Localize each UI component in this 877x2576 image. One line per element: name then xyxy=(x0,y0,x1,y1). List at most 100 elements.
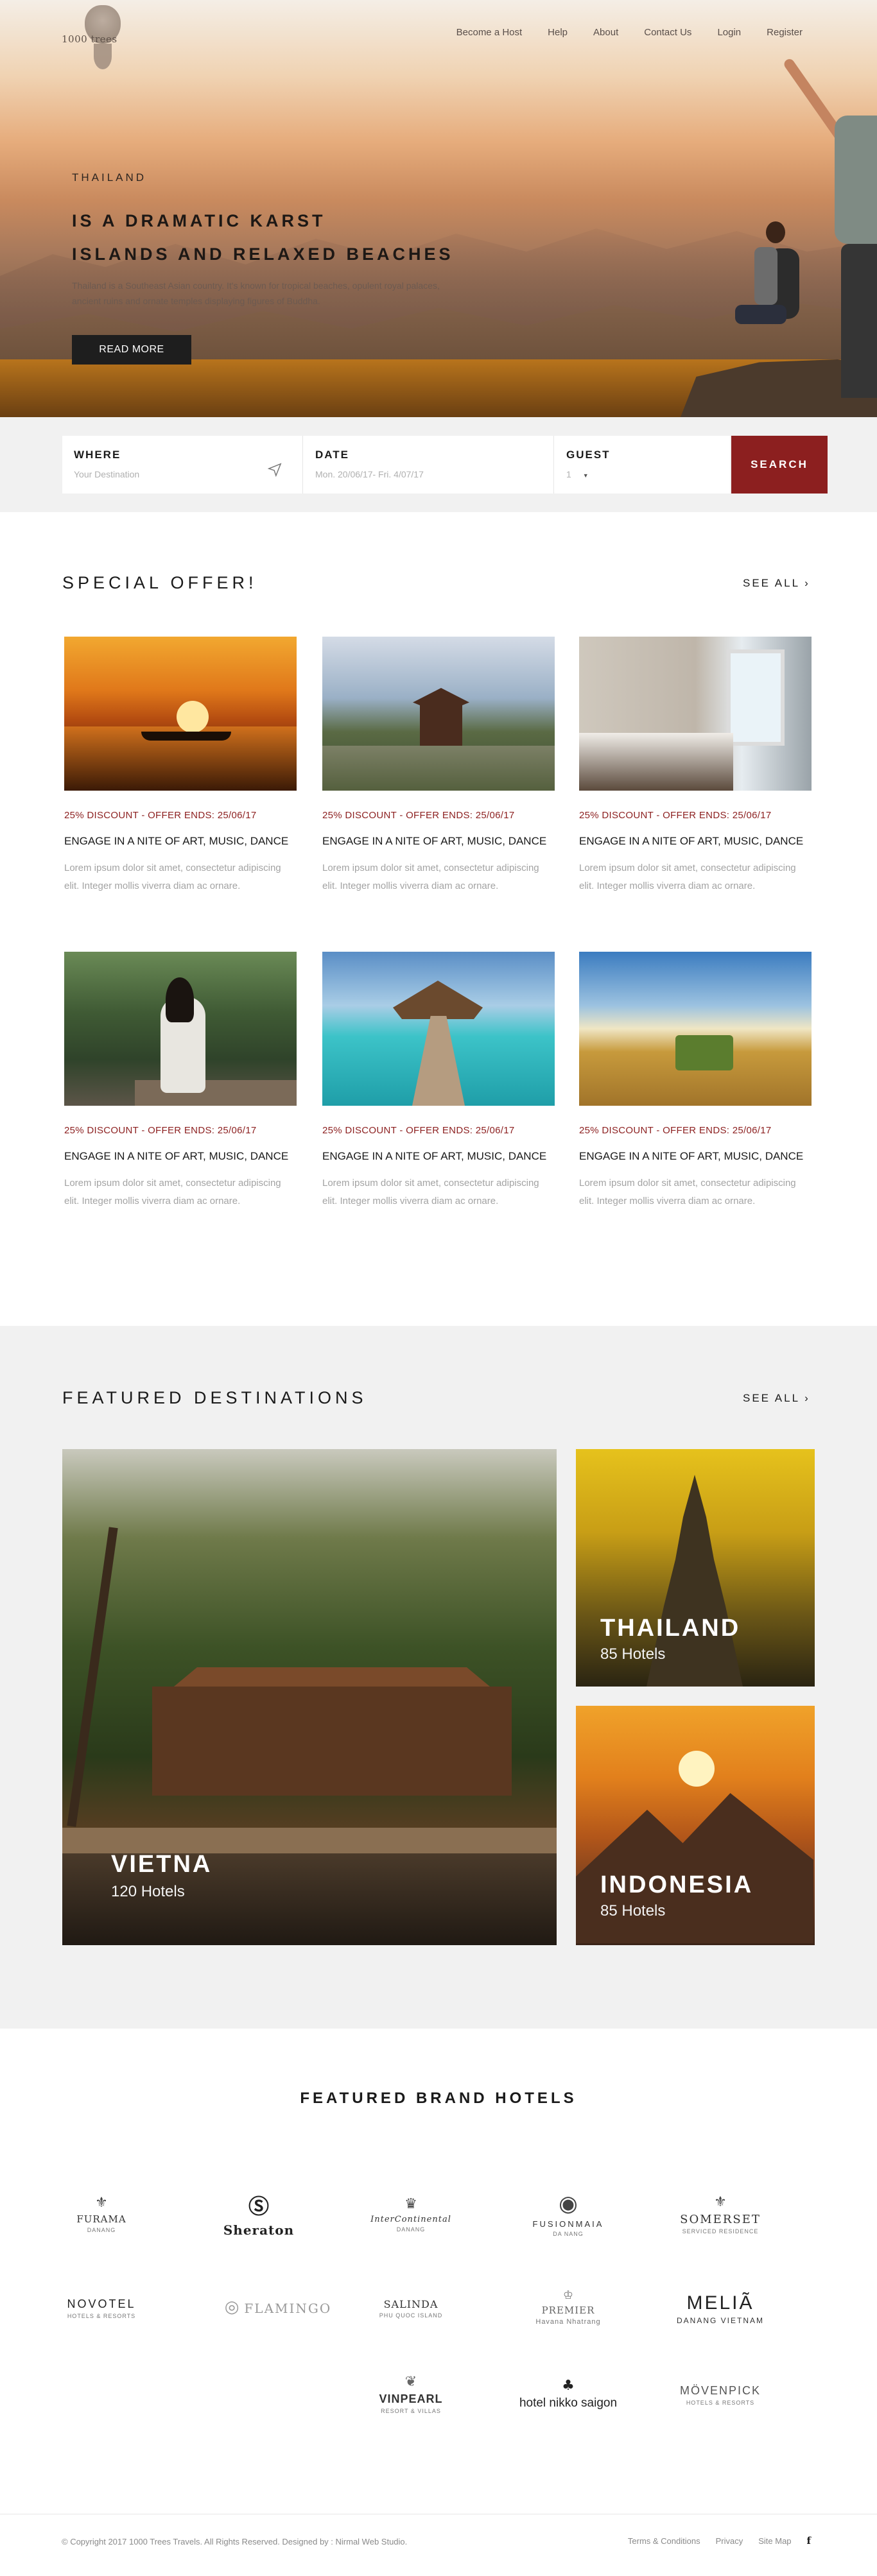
destination-name: INDONESIA xyxy=(600,1871,754,1898)
offer-discount: 25% DISCOUNT - OFFER ENDS: 25/06/17 xyxy=(322,1125,515,1136)
offer-card[interactable]: 25% DISCOUNT - OFFER ENDS: 25/06/17 ENGA… xyxy=(64,637,297,919)
brand-logo-sheraton[interactable]: Ⓢ Sheraton xyxy=(204,2179,313,2249)
date-field[interactable]: DATE Mon. 20/06/17- Fri. 4/07/17 xyxy=(304,436,554,494)
offer-image-sunset-boat[interactable] xyxy=(64,637,297,791)
see-all-label: SEE ALL xyxy=(743,1392,800,1404)
brand-logo-flamingo[interactable]: ◎ FLAMINGO xyxy=(223,2272,333,2342)
brand-logo-novotel[interactable]: NOVOTEL HOTELS & RESORTS xyxy=(47,2272,156,2342)
furama-crest-icon: ⚜ xyxy=(95,2195,108,2211)
brand-subtitle: HOTELS & RESORTS xyxy=(67,2313,136,2319)
brand-logo-salinda[interactable]: SALINDA PHU QUOC ISLAND xyxy=(356,2272,465,2342)
offer-title[interactable]: ENGAGE IN A NITE OF ART, MUSIC, DANCE xyxy=(579,1150,812,1163)
main-nav: Become a Host Help About Contact Us Logi… xyxy=(456,27,803,38)
nav-register[interactable]: Register xyxy=(767,27,803,38)
offer-image-temple[interactable] xyxy=(322,637,555,791)
date-input[interactable]: Mon. 20/06/17- Fri. 4/07/17 xyxy=(315,469,542,479)
offer-text: Lorem ipsum dolor sit amet, consectetur … xyxy=(64,1178,281,1206)
nav-about[interactable]: About xyxy=(593,27,618,38)
destination-card-indonesia[interactable]: INDONESIA 85 Hotels xyxy=(576,1706,815,1945)
brand-subtitle: Havana Nhatrang xyxy=(535,2318,601,2326)
brands-title: FEATURED BRAND HOTELS xyxy=(300,2090,577,2107)
chevron-down-icon: ▼ xyxy=(582,472,589,479)
special-offer-title: SPECIAL OFFER! xyxy=(62,573,257,592)
site-logo[interactable]: 1000 trees xyxy=(62,5,145,69)
search-button[interactable]: SEARCH xyxy=(731,436,828,494)
brand-name: SALINDA xyxy=(383,2298,438,2310)
offer-card[interactable]: 25% DISCOUNT - OFFER ENDS: 25/06/17 ENGA… xyxy=(579,952,812,1234)
hero-man-figure xyxy=(782,39,877,398)
offer-discount: 25% DISCOUNT - OFFER ENDS: 25/06/17 xyxy=(64,810,257,821)
brand-logo-premier-havana[interactable]: ♔ PREMIER Havana Nhatrang xyxy=(514,2272,623,2342)
brand-logo-intercontinental[interactable]: ♛ InterContinental DANANG xyxy=(356,2179,465,2249)
footer-links: Terms & Conditions Privacy Site Map f xyxy=(628,2535,811,2546)
crown-icon: ♛ xyxy=(404,2195,417,2212)
guest-value: 1 xyxy=(566,469,571,479)
chevron-right-icon: › xyxy=(804,577,810,589)
brand-logo-movenpick[interactable]: MÖVENPICK HOTELS & RESORTS xyxy=(666,2358,775,2429)
where-label: WHERE xyxy=(74,449,121,461)
featured-title: FEATURED DESTINATIONS xyxy=(62,1388,367,1407)
offer-text: Lorem ipsum dolor sit amet, consectetur … xyxy=(322,1178,539,1206)
brand-subtitle: SERVICED RESIDENCE xyxy=(682,2228,759,2235)
brand-logo-nikko[interactable]: ♣ hotel nikko saigon xyxy=(514,2358,623,2429)
special-offer-see-all[interactable]: SEE ALL › xyxy=(743,577,810,590)
offer-card[interactable]: 25% DISCOUNT - OFFER ENDS: 25/06/17 ENGA… xyxy=(322,952,555,1234)
destination-name: THAILAND xyxy=(600,1615,741,1642)
hero-description: Thailand is a Southeast Asian country. I… xyxy=(72,280,440,306)
brand-logo-vinpearl[interactable]: ❦ VINPEARL RESORT & VILLAS xyxy=(356,2358,465,2429)
date-label: DATE xyxy=(315,449,350,461)
brand-subtitle: PHU QUOC ISLAND xyxy=(379,2312,443,2319)
guest-field[interactable]: GUEST 1 ▼ xyxy=(555,436,730,494)
facebook-icon[interactable]: f xyxy=(807,2535,811,2546)
destination-name: VIETNA xyxy=(111,1851,213,1878)
offer-discount: 25% DISCOUNT - OFFER ENDS: 25/06/17 xyxy=(64,1125,257,1136)
flamingo-lockup: ◎ FLAMINGO xyxy=(225,2297,332,2317)
flamingo-ring-icon: ◎ xyxy=(224,2297,239,2317)
brand-logo-fusionmaia[interactable]: ◉ FUSIONMAIA DA NANG xyxy=(514,2179,623,2249)
brand-logo-somerset[interactable]: ⚜ SOMERSET SERVICED RESIDENCE xyxy=(666,2179,775,2249)
nav-help[interactable]: Help xyxy=(548,27,568,38)
guest-select[interactable]: 1 ▼ xyxy=(566,469,718,479)
offer-discount: 25% DISCOUNT - OFFER ENDS: 25/06/17 xyxy=(322,810,515,821)
offer-card[interactable]: 25% DISCOUNT - OFFER ENDS: 25/06/17 ENGA… xyxy=(322,637,555,919)
brand-logo-furama[interactable]: ⚜ FURAMA DANANG xyxy=(47,2179,156,2249)
brand-logo-melia[interactable]: MELIÃ DANANG VIETNAM xyxy=(666,2272,775,2342)
footer-link-sitemap[interactable]: Site Map xyxy=(758,2536,791,2546)
offer-card[interactable]: 25% DISCOUNT - OFFER ENDS: 25/06/17 ENGA… xyxy=(579,637,812,919)
offer-title[interactable]: ENGAGE IN A NITE OF ART, MUSIC, DANCE xyxy=(322,1150,555,1163)
offer-title[interactable]: ENGAGE IN A NITE OF ART, MUSIC, DANCE xyxy=(64,835,297,848)
brand-name: PREMIER xyxy=(541,2305,595,2316)
destination-card-thailand[interactable]: THAILAND 85 Hotels xyxy=(576,1449,815,1687)
where-field[interactable]: WHERE Your Destination xyxy=(62,436,303,494)
nav-become-a-host[interactable]: Become a Host xyxy=(456,27,523,38)
chevron-right-icon: › xyxy=(804,1392,810,1404)
location-arrow-icon[interactable] xyxy=(268,463,282,477)
offer-image-harvest-field[interactable] xyxy=(579,952,812,1106)
copyright-text: © Copyright 2017 1000 Trees Travels. All… xyxy=(62,2537,408,2546)
guest-label: GUEST xyxy=(566,449,611,461)
offer-text: Lorem ipsum dolor sit amet, consectetur … xyxy=(579,863,796,891)
offer-image-hotel-room[interactable] xyxy=(579,637,812,791)
featured-see-all[interactable]: SEE ALL › xyxy=(743,1392,810,1405)
destination-card-vietnam[interactable]: VIETNA 120 Hotels xyxy=(62,1449,557,1945)
offer-card[interactable]: 25% DISCOUNT - OFFER ENDS: 25/06/17 ENGA… xyxy=(64,952,297,1234)
nav-login[interactable]: Login xyxy=(717,27,741,38)
offer-image-water-villa[interactable] xyxy=(322,952,555,1106)
footer-link-terms[interactable]: Terms & Conditions xyxy=(628,2536,700,2546)
offer-image-meditation[interactable] xyxy=(64,952,297,1106)
vinpearl-wave-icon: ❦ xyxy=(404,2373,417,2390)
nav-contact-us[interactable]: Contact Us xyxy=(644,27,691,38)
brand-name: Sheraton xyxy=(223,2222,295,2238)
footer-link-privacy[interactable]: Privacy xyxy=(716,2536,743,2546)
where-input[interactable]: Your Destination xyxy=(74,469,291,479)
search-section: WHERE Your Destination DATE Mon. 20/06/1… xyxy=(0,417,877,512)
read-more-button[interactable]: READ MORE xyxy=(72,335,191,365)
offer-title[interactable]: ENGAGE IN A NITE OF ART, MUSIC, DANCE xyxy=(579,835,812,848)
premier-crest-icon: ♔ xyxy=(562,2288,574,2302)
brand-subtitle: DANANG VIETNAM xyxy=(676,2315,764,2325)
brand-name: VINPEARL xyxy=(379,2392,443,2405)
offer-title[interactable]: ENGAGE IN A NITE OF ART, MUSIC, DANCE xyxy=(64,1150,297,1163)
brand-name: SOMERSET xyxy=(680,2212,761,2226)
brand-name: MÖVENPICK xyxy=(679,2384,761,2397)
offer-title[interactable]: ENGAGE IN A NITE OF ART, MUSIC, DANCE xyxy=(322,835,555,848)
